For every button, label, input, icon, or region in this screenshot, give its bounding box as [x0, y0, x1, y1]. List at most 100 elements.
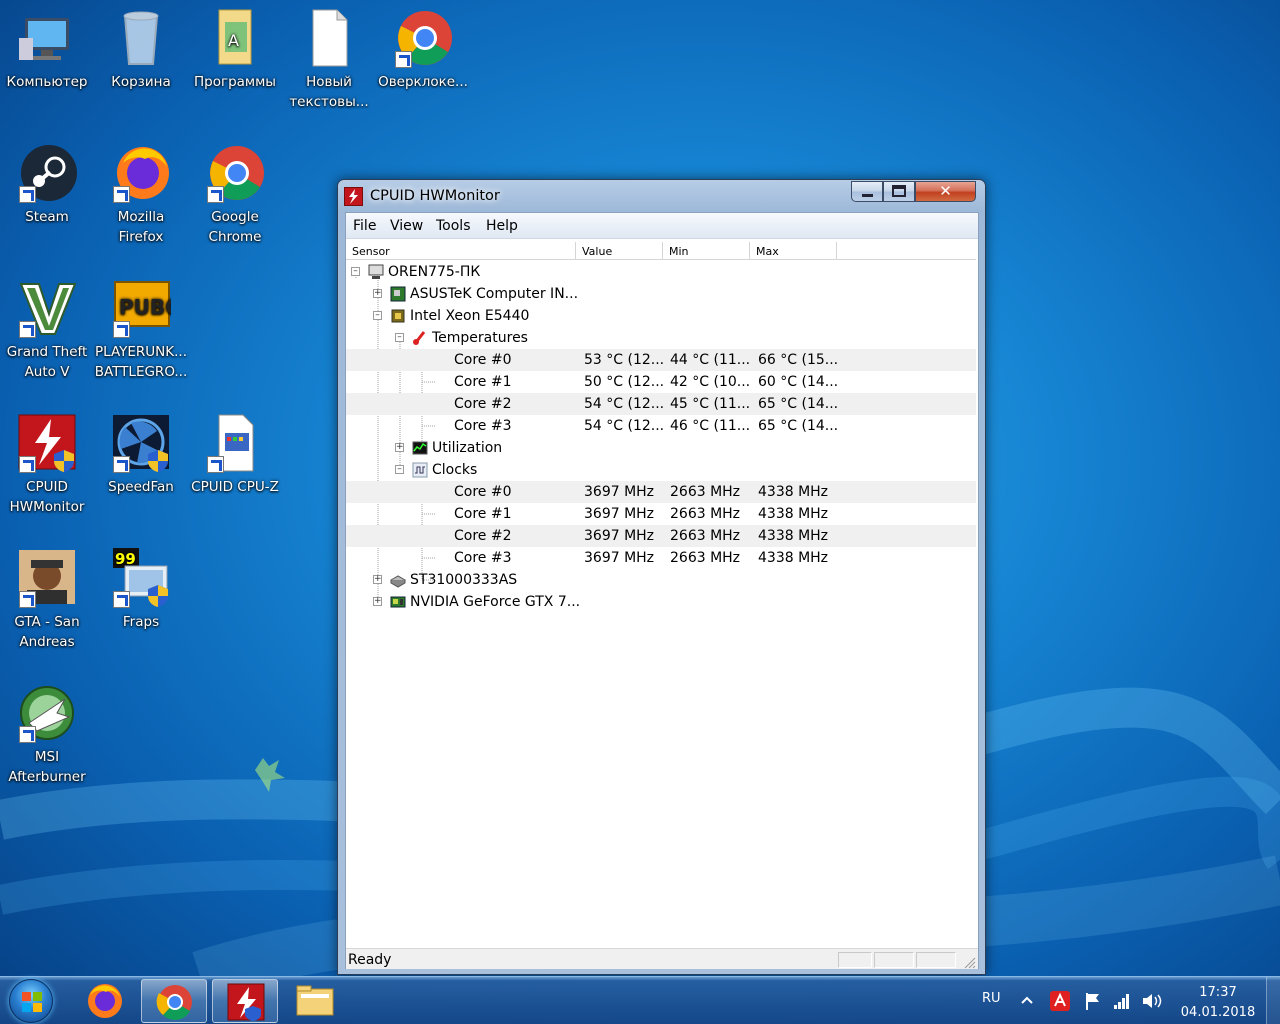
minimize-button[interactable] [851, 181, 883, 202]
desktop-icon-gta-sa[interactable]: GTA - San Andreas [0, 548, 94, 652]
computer-icon [368, 264, 384, 279]
column-value[interactable]: Value [576, 242, 663, 260]
sensor-value: 3697 MHz [584, 506, 655, 522]
desktop-icon-pubg[interactable]: PUBG PLAYERUNK... BATTLEGRO... [94, 278, 188, 382]
fraps-logo-text: 99 [115, 550, 136, 568]
sensor-max: 66 °C (15... [758, 352, 839, 368]
sensor-tree[interactable]: – OREN775-ПК + ASUSTeK Computer IN... – … [346, 261, 976, 923]
action-center-flag-icon[interactable] [1084, 991, 1102, 1011]
thermometer-icon [413, 331, 426, 345]
desktop-icon-speedfan[interactable]: SpeedFan [94, 413, 188, 497]
resize-grip-icon[interactable] [962, 955, 976, 969]
close-icon: ✕ [939, 182, 952, 200]
chrome-icon [393, 8, 453, 68]
desktop-icon-text-file[interactable]: Новый текстовы... [282, 8, 376, 112]
desktop-icon-fraps[interactable]: 99 Fraps [94, 548, 188, 632]
column-sensor[interactable]: Sensor [346, 242, 576, 260]
desktop-icon-steam[interactable]: Steam [0, 143, 94, 227]
sensor-row[interactable]: Core #1 3697 MHz 2663 MHz 4338 MHz [346, 503, 976, 525]
desktop-icon-label: Steam [25, 209, 69, 225]
sensor-row[interactable]: Core #0 3697 MHz 2663 MHz 4338 MHz [346, 481, 976, 503]
column-min[interactable]: Min [663, 242, 750, 260]
tree-node-motherboard[interactable]: + ASUSTeK Computer IN... [346, 283, 976, 305]
tree-node-gpu[interactable]: + NVIDIA GeForce GTX 7... [346, 591, 976, 613]
desktop-icon-overclock[interactable]: Оверклоке... [376, 8, 470, 92]
expand-icon[interactable]: + [373, 597, 382, 606]
expand-icon[interactable]: + [373, 575, 382, 584]
collapse-icon[interactable]: – [395, 333, 404, 342]
status-panel [916, 952, 956, 968]
shortcut-arrow-icon [19, 726, 36, 743]
tree-node-temperatures[interactable]: – Temperatures [346, 327, 976, 349]
desktop-icon-label: PLAYERUNK... BATTLEGRO... [94, 344, 188, 380]
desktop-icon-computer[interactable]: Компьютер [0, 8, 94, 92]
collapse-icon[interactable]: – [351, 267, 360, 276]
taskbar: RU 17:37 04.01.2018 [0, 976, 1280, 1024]
desktop-icon-msi-afterburner[interactable]: MSI Afterburner [0, 683, 94, 787]
sensor-row[interactable]: Core #3 3697 MHz 2663 MHz 4338 MHz [346, 547, 976, 569]
desktop-icon-label: Корзина [111, 74, 171, 90]
shortcut-arrow-icon [207, 456, 224, 473]
sensor-row[interactable]: Core #1 50 °C (12... 42 °C (10... 60 °C … [346, 371, 976, 393]
sensor-name: Core #0 [454, 484, 512, 500]
desktop-icon-recycle-bin[interactable]: Корзина [94, 8, 188, 92]
desktop-icon-label: Google Chrome [208, 209, 262, 245]
desktop-icon-chrome[interactable]: Google Chrome [188, 143, 282, 247]
close-button[interactable]: ✕ [915, 181, 976, 202]
taskbar-explorer[interactable] [282, 979, 348, 1023]
system-clock[interactable]: 17:37 04.01.2018 [1178, 983, 1258, 1023]
svg-text:A: A [228, 31, 239, 50]
expand-icon[interactable]: + [395, 443, 404, 452]
desktop-icon-programs[interactable]: A Программы [188, 8, 282, 92]
menu-tools[interactable]: Tools [436, 218, 471, 234]
start-button[interactable] [9, 979, 53, 1023]
desktop-icon-label: Новый текстовы... [289, 74, 369, 110]
tree-node-hdd[interactable]: + ST31000333AS [346, 569, 976, 591]
desktop-icon-cpuz[interactable]: CPUID CPU-Z [188, 413, 282, 497]
windows-logo-icon [22, 992, 42, 1012]
show-desktop-button[interactable] [1266, 977, 1280, 1024]
taskbar-chrome[interactable] [141, 979, 207, 1023]
window-titlebar[interactable]: CPUID HWMonitor ✕ [338, 180, 985, 212]
desktop-icon-firefox[interactable]: Mozilla Firefox [94, 143, 188, 247]
gta5-icon [17, 278, 77, 338]
tree-node-clocks[interactable]: – Clocks [346, 459, 976, 481]
collapse-icon[interactable]: – [395, 465, 404, 474]
shortcut-arrow-icon [19, 321, 36, 338]
network-icon[interactable] [1113, 991, 1131, 1011]
column-max[interactable]: Max [750, 242, 837, 260]
sensor-row[interactable]: Core #3 54 °C (12... 46 °C (11... 65 °C … [346, 415, 976, 437]
taskbar-firefox[interactable] [72, 979, 138, 1023]
desktop-icon-hwmonitor[interactable]: CPUID HWMonitor [0, 413, 94, 517]
language-indicator[interactable]: RU [982, 991, 1001, 1006]
maximize-button[interactable] [883, 181, 915, 202]
show-hidden-icons-icon[interactable] [1020, 995, 1034, 1005]
sensor-name: Core #0 [454, 352, 512, 368]
volume-icon[interactable] [1141, 991, 1163, 1011]
collapse-icon[interactable]: – [373, 311, 382, 320]
taskbar-hwmonitor[interactable] [212, 979, 278, 1023]
tree-node-label: ASUSTeK Computer IN... [410, 286, 579, 302]
sensor-value: 3697 MHz [584, 528, 655, 544]
tree-node-utilization[interactable]: + Utilization [346, 437, 976, 459]
desktop-icon-label: Mozilla Firefox [117, 209, 165, 245]
tree-node-computer[interactable]: – OREN775-ПК [346, 261, 976, 283]
hwmonitor-app-icon[interactable] [344, 187, 363, 206]
menu-help[interactable]: Help [486, 218, 518, 234]
sensor-row[interactable]: Core #0 53 °C (12... 44 °C (11... 66 °C … [346, 349, 976, 371]
sensor-row[interactable]: Core #2 3697 MHz 2663 MHz 4338 MHz [346, 525, 976, 547]
hard-drive-icon [390, 575, 406, 588]
menu-file[interactable]: File [353, 218, 376, 234]
uac-shield-icon [148, 585, 168, 607]
sensor-row[interactable]: Core #2 54 °C (12... 45 °C (11... 65 °C … [346, 393, 976, 415]
menu-view[interactable]: View [390, 218, 423, 234]
column-header: Sensor Value Min Max [346, 242, 976, 260]
window-title: CPUID HWMonitor [370, 188, 500, 204]
tree-node-label: Temperatures [432, 330, 528, 346]
desktop-icon-label: CPUID HWMonitor [9, 479, 85, 515]
tree-node-cpu[interactable]: – Intel Xeon E5440 [346, 305, 976, 327]
avira-icon[interactable] [1050, 991, 1070, 1011]
expand-icon[interactable]: + [373, 289, 382, 298]
desktop-icon-gta5[interactable]: Grand Theft Auto V [0, 278, 94, 382]
hwmonitor-window[interactable]: CPUID HWMonitor ✕ File View Tools Help S… [337, 179, 986, 975]
